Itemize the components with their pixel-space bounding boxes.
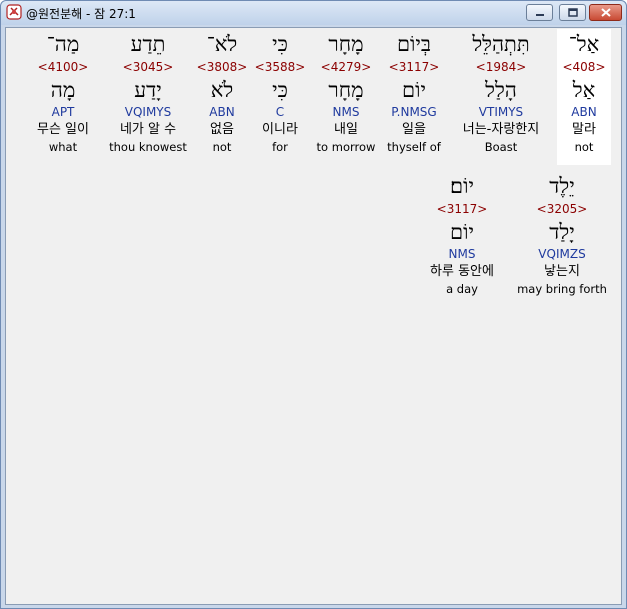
korean-gloss: 일을: [402, 122, 426, 137]
korean-gloss: 낳는지: [544, 264, 580, 279]
morphology-code: P.NMSG: [391, 105, 437, 119]
hebrew-word: תֵדַע: [130, 32, 166, 56]
title-bar[interactable]: @원전분해 - 잠 27:1: [1, 1, 626, 25]
word-block[interactable]: תֵדַע <3045> יָדַע VQIMYS 네가 알 수 thou kn…: [106, 29, 190, 156]
lexical-form: יָלַד: [549, 220, 575, 244]
minimize-button[interactable]: [526, 4, 553, 21]
morphology-code: C: [275, 105, 285, 119]
strong-number[interactable]: <3808>: [194, 59, 250, 76]
lexical-form: מָה: [50, 78, 76, 102]
lexical-form: לֹא: [210, 78, 234, 102]
morphology-code: VQIMYS: [124, 105, 172, 119]
window-title: @원전분해 - 잠 27:1: [26, 7, 136, 21]
korean-gloss: 너는-자랑한지: [462, 122, 540, 137]
english-gloss: for: [272, 140, 288, 154]
strong-number[interactable]: <408>: [557, 59, 611, 76]
lexical-form: יָדַע: [134, 78, 162, 102]
strong-number[interactable]: <3117>: [418, 201, 506, 218]
korean-gloss: 무슨 일이: [37, 122, 89, 137]
strong-number[interactable]: <3045>: [106, 59, 190, 76]
english-gloss: to morrow: [316, 140, 376, 154]
hebrew-word: תִּתְהַלֵּל: [472, 32, 530, 56]
word-block[interactable]: מָחָר <4279> מָחָר NMS 내일 to morrow: [310, 29, 382, 156]
lexical-form: יוֹם: [450, 220, 474, 244]
lexical-form: הָלַל: [485, 78, 517, 102]
korean-gloss: 하루 동안에: [430, 264, 494, 279]
strong-number[interactable]: <4100>: [26, 59, 100, 76]
morphology-code: APT: [51, 105, 75, 119]
hebrew-word: יֵלֶד: [549, 174, 575, 198]
strong-number[interactable]: <4279>: [310, 59, 382, 76]
english-gloss: may bring forth: [517, 282, 607, 296]
word-block[interactable]: אַל־ <408> אַל ABN 말라 not: [557, 29, 611, 165]
hebrew-word: מַה־: [46, 32, 80, 56]
morphology-code: VQIMZS: [538, 247, 586, 261]
korean-gloss: 내일: [334, 122, 358, 137]
english-gloss: Boast: [484, 140, 518, 154]
close-icon: [600, 8, 611, 17]
english-gloss: a day: [446, 282, 478, 296]
maximize-icon: [567, 8, 578, 17]
word-block[interactable]: תִּתְהַלֵּל <1984> הָלַל VTIMYS 너는-자랑한지 …: [450, 29, 552, 156]
word-block[interactable]: יוֹם׃ <3117> יוֹם NMS 하루 동안에 a day: [418, 171, 506, 298]
hebrew-word: אַל־: [568, 32, 600, 56]
lexical-form: מָחָר: [328, 78, 364, 102]
english-gloss: not: [574, 140, 594, 154]
maximize-button[interactable]: [559, 4, 586, 21]
lexical-form: יוֹם: [402, 78, 426, 102]
korean-gloss: 없음: [210, 122, 234, 137]
strong-number[interactable]: <3205>: [512, 201, 612, 218]
strong-number[interactable]: <3117>: [382, 59, 446, 76]
word-block[interactable]: בְּיוֹם <3117> יוֹם P.NMSG 일을 thyself of: [382, 29, 446, 156]
minimize-icon: [535, 13, 544, 16]
morphology-code: ABN: [571, 105, 597, 119]
hebrew-word: בְּיוֹם: [396, 32, 432, 56]
word-block[interactable]: לֹא־ <3808> לֹא ABN 없음 not: [194, 29, 250, 156]
lexical-form: כִּי: [272, 78, 288, 102]
korean-gloss: 네가 알 수: [119, 122, 177, 137]
korean-gloss: 말라: [572, 122, 596, 137]
word-block[interactable]: כִּי <3588> כִּי C 이니라 for: [252, 29, 308, 156]
morphology-code: ABN: [209, 105, 235, 119]
strong-number[interactable]: <3588>: [252, 59, 308, 76]
morphology-code: VTIMYS: [478, 105, 524, 119]
interlinear-pane: אַל־ <408> אַל ABN 말라 not תִּתְהַלֵּל <1…: [5, 27, 622, 605]
strong-number[interactable]: <1984>: [450, 59, 552, 76]
word-block[interactable]: יֵלֶד <3205> יָלַד VQIMZS 낳는지 may bring …: [512, 171, 612, 298]
english-gloss: what: [48, 140, 78, 154]
hebrew-word: כִּי: [272, 32, 288, 56]
morphology-code: NMS: [332, 105, 360, 119]
morphology-code: NMS: [448, 247, 476, 261]
english-gloss: thyself of: [387, 140, 441, 154]
hebrew-word: מָחָר: [328, 32, 364, 56]
word-block[interactable]: מַה־ <4100> מָה APT 무슨 일이 what: [26, 29, 100, 156]
hebrew-word: לֹא־: [206, 32, 238, 56]
hebrew-word: יוֹם׃: [450, 174, 474, 198]
english-gloss: thou knowest: [109, 140, 187, 154]
app-window: @원전분해 - 잠 27:1 אַל־ <408> אַל ABN 말라 not…: [0, 0, 627, 609]
lexical-form: אַל: [572, 78, 596, 102]
english-gloss: not: [212, 140, 232, 154]
korean-gloss: 이니라: [262, 122, 298, 137]
app-icon: [6, 4, 22, 20]
close-button[interactable]: [589, 4, 622, 21]
